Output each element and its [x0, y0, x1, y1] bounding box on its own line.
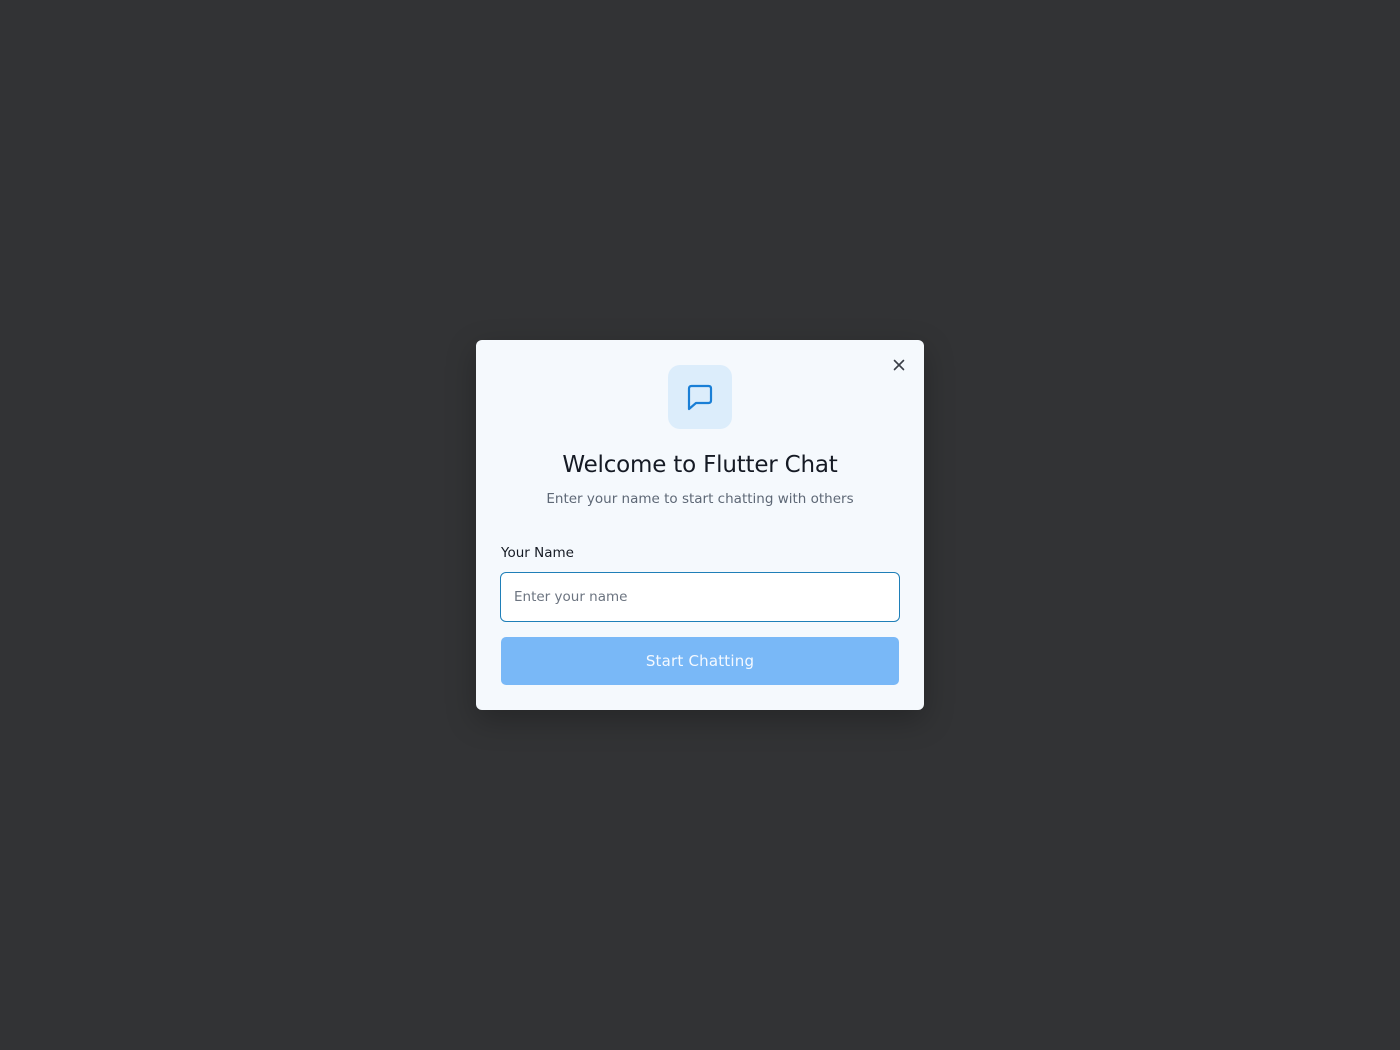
- close-button[interactable]: [889, 355, 909, 375]
- start-chatting-button[interactable]: Start Chatting: [501, 637, 899, 685]
- chat-icon-tile: [668, 365, 732, 429]
- dialog-subtitle: Enter your name to start chatting with o…: [546, 491, 854, 507]
- close-icon: [893, 359, 905, 371]
- dialog-title: Welcome to Flutter Chat: [562, 452, 838, 478]
- name-input[interactable]: [500, 572, 900, 622]
- chat-bubble-icon: [687, 384, 713, 411]
- welcome-dialog: Welcome to Flutter Chat Enter your name …: [476, 340, 924, 710]
- name-field-label: Your Name: [501, 545, 574, 561]
